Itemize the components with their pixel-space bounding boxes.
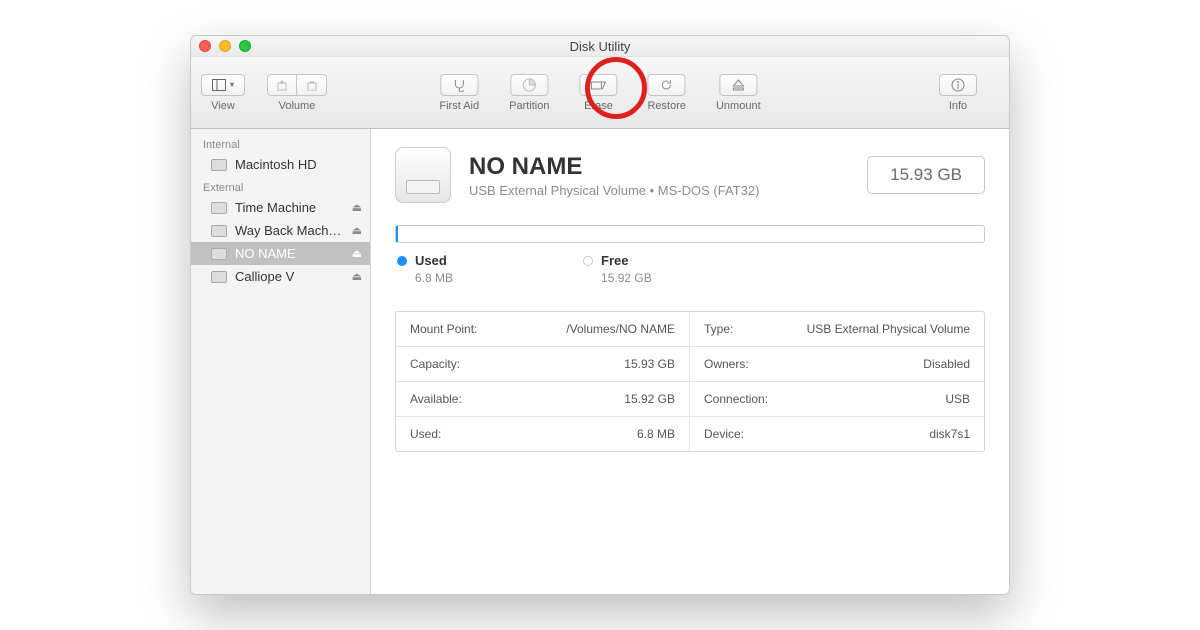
erase-icon [590, 79, 606, 91]
details-table: Mount Point:/Volumes/NO NAME Type:USB Ex… [395, 311, 985, 452]
eject-icon[interactable]: ⏏ [352, 201, 362, 214]
disk-icon [211, 225, 227, 237]
pie-icon [522, 78, 536, 92]
restore-label: Restore [647, 100, 686, 112]
minimize-icon[interactable] [219, 40, 231, 52]
usage-legend: Used 6.8 MB Free 15.92 GB [395, 253, 985, 285]
volume-add-icon [275, 78, 289, 92]
info-label: Info [949, 100, 967, 112]
detail-row-mount-point: Mount Point:/Volumes/NO NAME [396, 312, 690, 347]
first-aid-label: First Aid [439, 100, 479, 112]
stethoscope-icon [451, 78, 467, 92]
sidebar-item-no-name[interactable]: NO NAME ⏏ [191, 242, 370, 265]
volume-header: NO NAME USB External Physical Volume • M… [395, 147, 985, 203]
content: NO NAME USB External Physical Volume • M… [371, 129, 1009, 594]
sidebar-section-internal: Internal [191, 133, 370, 153]
volume-add-button[interactable] [267, 74, 297, 96]
disk-utility-window: Disk Utility View Volume [190, 35, 1010, 595]
disk-icon [211, 159, 227, 171]
close-icon[interactable] [199, 40, 211, 52]
partition-button[interactable] [510, 74, 548, 96]
sidebar-item-label: NO NAME [235, 246, 296, 261]
eject-icon[interactable]: ⏏ [352, 270, 362, 283]
detail-row-device: Device:disk7s1 [690, 417, 984, 451]
sidebar-item-label: Macintosh HD [235, 157, 317, 172]
detail-row-used: Used:6.8 MB [396, 417, 690, 451]
detail-row-capacity: Capacity:15.93 GB [396, 347, 690, 382]
view-group: View [201, 74, 245, 112]
swatch-free-icon [583, 256, 593, 266]
volume-title: NO NAME [469, 153, 759, 181]
swatch-used-icon [397, 256, 407, 266]
volume-size-badge: 15.93 GB [867, 156, 985, 194]
detail-row-type: Type:USB External Physical Volume [690, 312, 984, 347]
volume-title-block: NO NAME USB External Physical Volume • M… [469, 153, 759, 198]
zoom-icon[interactable] [239, 40, 251, 52]
unmount-label: Unmount [716, 100, 761, 112]
erase-button[interactable] [579, 74, 617, 96]
detail-row-connection: Connection:USB [690, 382, 984, 417]
window-title: Disk Utility [570, 39, 631, 54]
usage-bar-used [396, 226, 398, 242]
body: Internal Macintosh HD External Time Mach… [191, 129, 1009, 594]
info-icon [951, 78, 965, 92]
volume-subtitle: USB External Physical Volume • MS-DOS (F… [469, 183, 759, 198]
disk-icon [211, 248, 227, 260]
legend-free: Free 15.92 GB [583, 253, 652, 285]
eject-icon[interactable]: ⏏ [352, 224, 362, 237]
sidebar: Internal Macintosh HD External Time Mach… [191, 129, 371, 594]
sidebar-item-label: Time Machine [235, 200, 316, 215]
detail-row-available: Available:15.92 GB [396, 382, 690, 417]
first-aid-button[interactable] [440, 74, 478, 96]
legend-used-value: 6.8 MB [415, 271, 453, 285]
volume-remove-icon [305, 78, 319, 92]
restore-button[interactable] [648, 74, 686, 96]
legend-used: Used 6.8 MB [397, 253, 453, 285]
legend-used-label: Used [415, 253, 447, 268]
volume-remove-button[interactable] [297, 74, 327, 96]
titlebar: Disk Utility [191, 36, 1009, 57]
detail-row-owners: Owners:Disabled [690, 347, 984, 382]
unmount-button[interactable] [719, 74, 757, 96]
sidebar-item-way-back[interactable]: Way Back Mach… ⏏ [191, 219, 370, 242]
drive-icon [395, 147, 451, 203]
view-label: View [211, 100, 235, 112]
sidebar-item-time-machine[interactable]: Time Machine ⏏ [191, 196, 370, 219]
eject-icon[interactable]: ⏏ [352, 247, 362, 260]
info-button[interactable] [939, 74, 977, 96]
legend-free-value: 15.92 GB [601, 271, 652, 285]
partition-label: Partition [509, 100, 549, 112]
volume-group: Volume [267, 74, 327, 112]
usage-bar [395, 225, 985, 243]
erase-label: Erase [584, 100, 613, 112]
sidebar-section-external: External [191, 176, 370, 196]
view-button[interactable] [201, 74, 245, 96]
toolbar: View Volume First Aid [191, 57, 1009, 129]
sidebar-item-label: Way Back Mach… [235, 223, 341, 238]
eject-icon [732, 78, 744, 92]
disk-icon [211, 271, 227, 283]
sidebar-item-label: Calliope V [235, 269, 294, 284]
volume-label: Volume [279, 100, 316, 112]
sidebar-item-macintosh-hd[interactable]: Macintosh HD [191, 153, 370, 176]
disk-icon [211, 202, 227, 214]
traffic-lights [199, 40, 251, 52]
sidebar-layout-icon [212, 79, 226, 91]
legend-free-label: Free [601, 253, 628, 268]
restore-icon [660, 78, 674, 92]
sidebar-item-calliope-v[interactable]: Calliope V ⏏ [191, 265, 370, 288]
